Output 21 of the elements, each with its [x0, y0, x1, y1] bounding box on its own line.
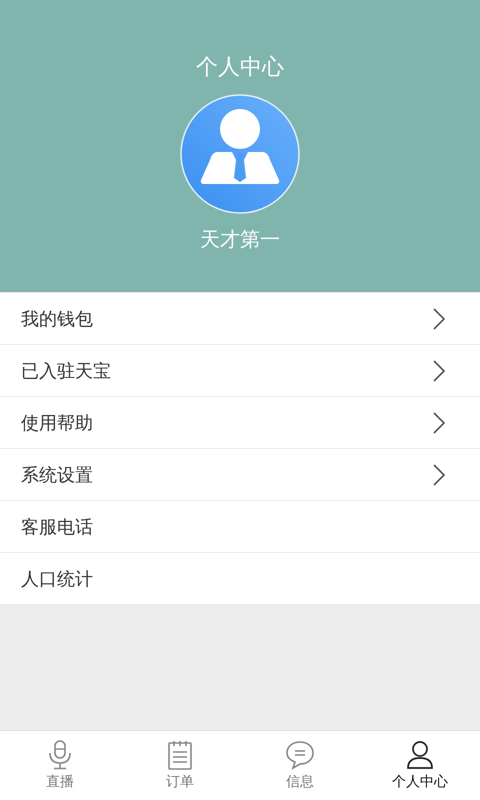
page-title: 个人中心 [196, 54, 284, 82]
menu-item[interactable]: 人口统计 [0, 553, 480, 605]
person-icon [406, 740, 434, 770]
menu-item[interactable]: 我的钱包 [0, 293, 480, 345]
tab[interactable]: 订单 [120, 731, 240, 800]
avatar-icon [180, 94, 300, 214]
chevron-right-icon [432, 358, 446, 382]
menu-item[interactable]: 系统设置 [0, 449, 480, 501]
chat-bubble-icon [285, 740, 315, 770]
menu-item[interactable]: 已入驻天宝 [0, 345, 480, 397]
tab[interactable]: 个人中心 [360, 731, 480, 800]
chevron-right-icon [432, 306, 446, 330]
tab[interactable]: 直播 [0, 731, 120, 800]
tab[interactable]: 信息 [240, 731, 360, 800]
chevron-right-icon [432, 410, 446, 434]
menu-item[interactable]: 使用帮助 [0, 397, 480, 449]
menu-item[interactable]: 客服电话 [0, 501, 480, 553]
chevron-right-icon [432, 462, 446, 486]
notepad-icon [167, 740, 193, 770]
user-name: 天才第一 [200, 226, 280, 252]
microphone-icon [47, 740, 73, 770]
